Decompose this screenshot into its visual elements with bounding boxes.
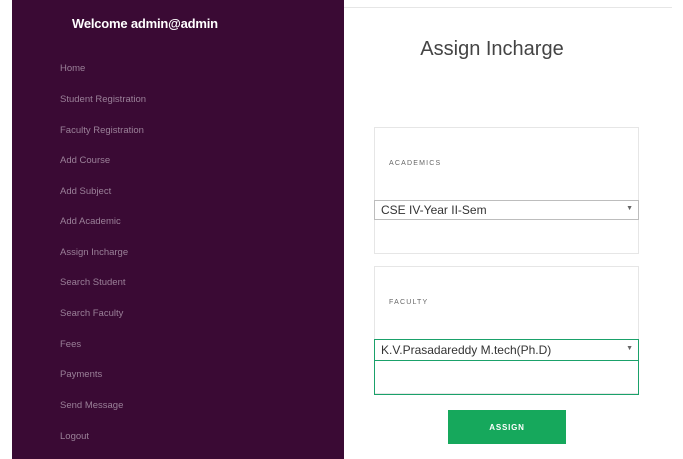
academics-select-value: CSE IV-Year II-Sem (381, 203, 487, 217)
academics-card (374, 127, 639, 254)
top-divider (344, 7, 672, 8)
academics-label: ACADEMICS (389, 160, 442, 167)
page-title: Assign Incharge (420, 38, 564, 60)
sidebar-item-send-message[interactable]: Send Message (60, 400, 123, 411)
welcome-text: Welcome admin@admin (72, 16, 218, 31)
sidebar-item-student-registration[interactable]: Student Registration (60, 94, 146, 105)
assign-button[interactable]: ASSIGN (448, 410, 566, 444)
sidebar-item-payments[interactable]: Payments (60, 369, 102, 380)
sidebar-item-fees[interactable]: Fees (60, 339, 81, 350)
chevron-down-icon: ▼ (626, 205, 633, 212)
sidebar-item-assign-incharge[interactable]: Assign Incharge (60, 247, 128, 258)
faculty-label: FACULTY (389, 299, 429, 306)
faculty-select-value: K.V.Prasadareddy M.tech(Ph.D) (381, 343, 552, 357)
sidebar-item-logout[interactable]: Logout (60, 431, 89, 442)
sidebar-item-faculty-registration[interactable]: Faculty Registration (60, 125, 144, 136)
sidebar-item-search-faculty[interactable]: Search Faculty (60, 308, 123, 319)
sidebar-item-add-course[interactable]: Add Course (60, 155, 110, 166)
sidebar-item-home[interactable]: Home (60, 63, 85, 74)
sidebar-item-add-subject[interactable]: Add Subject (60, 186, 111, 197)
faculty-focus-outline (374, 361, 639, 395)
chevron-down-icon: ▼ (626, 345, 633, 352)
sidebar-item-search-student[interactable]: Search Student (60, 277, 126, 288)
sidebar-item-add-academic[interactable]: Add Academic (60, 216, 121, 227)
academics-select[interactable]: CSE IV-Year II-Sem ▼ (374, 200, 639, 220)
faculty-select[interactable]: K.V.Prasadareddy M.tech(Ph.D) ▼ (374, 339, 639, 361)
